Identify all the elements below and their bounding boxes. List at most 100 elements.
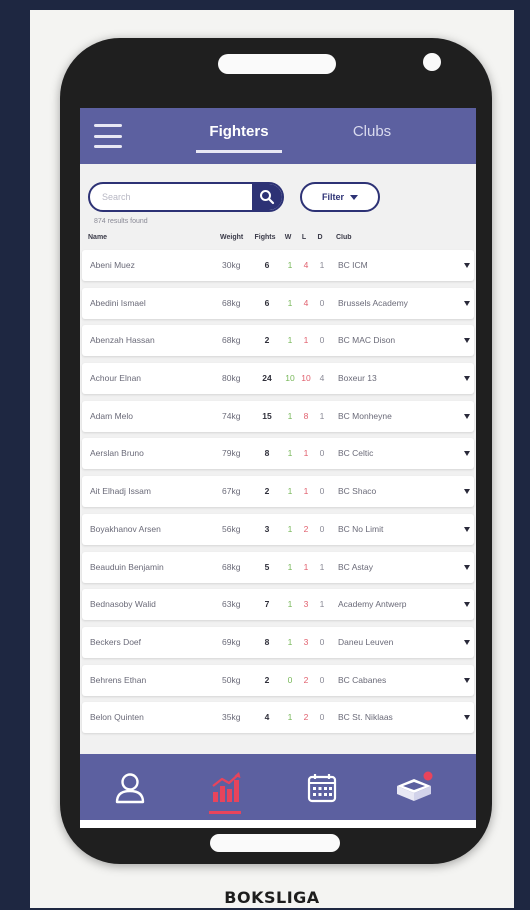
fighter-fights: 2: [264, 335, 270, 346]
fighter-losses: 8: [303, 410, 309, 421]
fighter-name: Behrens Ethan: [90, 674, 147, 685]
fighter-fights: 7: [264, 599, 270, 610]
table-row[interactable]: Boyakhanov Arsen 56kg 3 1 2 0 BC No Limit: [82, 513, 474, 545]
fighter-wins: 1: [287, 712, 293, 723]
fighter-draws: 1: [319, 410, 325, 421]
table-row[interactable]: Aerslan Bruno 79kg 8 1 1 0 BC Celtic: [82, 438, 474, 470]
fighter-name: Abeni Muez: [90, 260, 135, 270]
fighter-name: Bednasoby Walid: [90, 599, 156, 610]
column-header-fights[interactable]: Fights: [254, 234, 276, 241]
column-header-losses[interactable]: L: [296, 234, 312, 241]
table-header: Name Weight Fights W L D Club: [80, 230, 476, 248]
fighter-draws: 0: [319, 523, 325, 534]
filter-dropdown-button[interactable]: Filter: [300, 182, 380, 212]
expand-row-icon[interactable]: [464, 263, 470, 268]
notification-dot: [423, 771, 433, 781]
fighter-losses: 1: [303, 448, 309, 459]
nav-calendar[interactable]: [292, 764, 352, 812]
fighter-name: Ait Elhadj Issam: [90, 486, 151, 497]
table-row[interactable]: Beauduin Benjamin 68kg 5 1 1 1 BC Astay: [82, 551, 474, 583]
fighter-losses: 3: [303, 636, 309, 647]
search-input[interactable]: [90, 184, 252, 210]
fighter-weight: 35kg: [222, 712, 241, 723]
fighter-wins: 0: [287, 674, 293, 685]
phone-speaker: [218, 54, 336, 74]
fighter-wins: 1: [287, 297, 293, 308]
column-header-wins[interactable]: W: [280, 234, 296, 241]
fighter-weight: 68kg: [222, 297, 241, 308]
fighter-club: BC MAC Dison: [338, 335, 396, 346]
nav-boxing-ring[interactable]: [384, 764, 444, 812]
hamburger-menu-icon[interactable]: [94, 124, 122, 148]
fighter-wins: 1: [287, 486, 293, 497]
expand-row-icon[interactable]: [464, 677, 470, 683]
expand-row-icon[interactable]: [464, 564, 470, 570]
table-row[interactable]: Ait Elhadj Issam 67kg 2 1 1 0 BC Shaco: [82, 476, 474, 508]
search-button[interactable]: [252, 184, 282, 210]
tab-fighters[interactable]: Fighters: [192, 123, 286, 153]
fighter-draws: 4: [319, 373, 325, 384]
fighter-weight: 63kg: [222, 599, 241, 610]
table-row[interactable]: Belon Quinten 35kg 4 1 2 0 BC St. Niklaas: [82, 702, 474, 734]
expand-row-icon[interactable]: [464, 338, 470, 344]
expand-row-icon[interactable]: [464, 715, 470, 721]
fighter-club: Brussels Academy: [338, 297, 408, 308]
table-row[interactable]: Achour Elnan 80kg 24 10 10 4 Boxeur 13: [82, 363, 474, 395]
fighter-losses: 1: [303, 561, 309, 572]
table-row[interactable]: Adam Melo 74kg 15 1 8 1 BC Monheyne: [82, 400, 474, 432]
fighter-club: BC Astay: [338, 561, 373, 572]
search-box: [88, 182, 284, 212]
expand-row-icon[interactable]: [464, 451, 470, 457]
expand-row-icon[interactable]: [464, 376, 470, 382]
phone-home-bar: [210, 834, 340, 852]
bottom-navigation: [80, 754, 476, 820]
fighter-losses: 2: [303, 712, 309, 723]
fighter-fights: 24: [262, 373, 272, 384]
fighter-club: BC Shaco: [338, 486, 377, 497]
fighter-wins: 1: [287, 636, 293, 647]
table-row[interactable]: Abeni Muez 30kg 6 1 4 1 BC ICM: [82, 250, 474, 281]
fighter-losses: 10: [301, 373, 311, 384]
fighter-draws: 1: [319, 599, 325, 610]
table-row[interactable]: Beckers Doef 69kg 8 1 3 0 Daneu Leuven: [82, 626, 474, 658]
fighter-wins: 1: [287, 561, 293, 572]
fighter-losses: 2: [303, 674, 309, 685]
fighter-club: BC No Limit: [338, 523, 384, 534]
column-header-name[interactable]: Name: [88, 234, 206, 241]
nav-profile[interactable]: [100, 764, 160, 812]
fighter-fights: 15: [262, 410, 272, 421]
table-row[interactable]: Abedini Ismael 68kg 6 1 4 0 Brussels Academy: [82, 287, 474, 319]
stats-chart-icon: [212, 772, 241, 802]
fighter-losses: 1: [303, 335, 309, 346]
nav-stats[interactable]: [195, 764, 255, 814]
fighter-club: BC Monheyne: [338, 410, 392, 421]
expand-row-icon[interactable]: [464, 602, 470, 608]
table-row[interactable]: Behrens Ethan 50kg 2 0 2 0 BC Cabanes: [82, 664, 474, 696]
expand-row-icon[interactable]: [464, 526, 470, 532]
fighter-wins: 1: [287, 599, 293, 610]
expand-row-icon[interactable]: [464, 300, 470, 306]
fighter-wins: 1: [287, 448, 293, 459]
table-row[interactable]: Abenzah Hassan 68kg 2 1 1 0 BC MAC Dison: [82, 325, 474, 357]
column-header-draws[interactable]: D: [312, 234, 328, 241]
fighter-club: BC ICM: [338, 260, 368, 270]
fighter-club: BC Celtic: [338, 448, 374, 459]
brand-name: BOKSLIGA: [224, 888, 320, 907]
fighter-club: Daneu Leuven: [338, 636, 394, 647]
fighter-weight: 67kg: [222, 486, 241, 497]
fighter-fights: 2: [264, 486, 270, 497]
expand-row-icon[interactable]: [464, 413, 470, 419]
fighter-draws: 0: [319, 674, 325, 685]
expand-row-icon[interactable]: [464, 489, 470, 495]
fighter-losses: 4: [303, 297, 309, 308]
column-header-weight[interactable]: Weight: [220, 234, 250, 241]
column-header-club[interactable]: Club: [336, 234, 456, 241]
person-icon: [115, 773, 145, 804]
tab-clubs[interactable]: Clubs: [342, 123, 402, 140]
fighter-name: Adam Melo: [90, 410, 133, 421]
expand-row-icon[interactable]: [464, 639, 470, 645]
table-row[interactable]: Bednasoby Walid 63kg 7 1 3 1 Academy Antwerp: [82, 589, 474, 621]
fighter-weight: 50kg: [222, 674, 241, 685]
fighter-losses: 3: [303, 599, 309, 610]
phone-camera: [423, 53, 441, 71]
